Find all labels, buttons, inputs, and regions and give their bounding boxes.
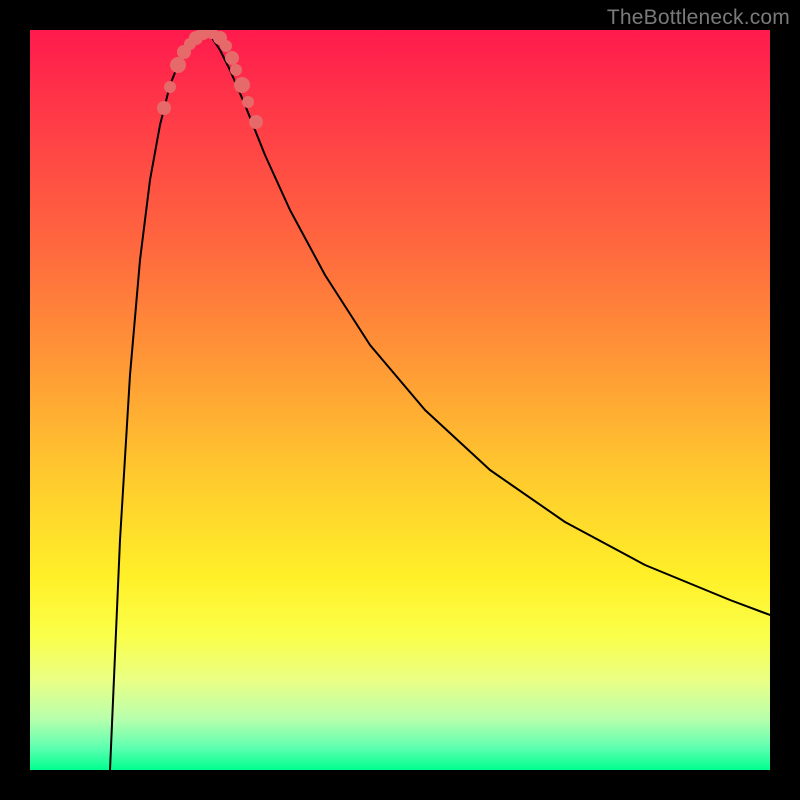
data-marker	[170, 57, 186, 73]
watermark-text: TheBottleneck.com	[607, 6, 790, 30]
chart-frame: TheBottleneck.com	[0, 0, 800, 800]
data-marker	[234, 77, 250, 93]
data-marker	[157, 101, 171, 115]
data-marker	[242, 96, 254, 108]
data-marker	[230, 64, 242, 76]
right-branch-curve	[205, 32, 770, 615]
curve-svg	[30, 30, 770, 770]
data-marker	[249, 115, 263, 129]
data-marker	[220, 40, 232, 52]
data-marker	[164, 81, 176, 93]
plot-area	[30, 30, 770, 770]
data-marker	[225, 51, 239, 65]
left-branch-curve	[110, 32, 205, 770]
